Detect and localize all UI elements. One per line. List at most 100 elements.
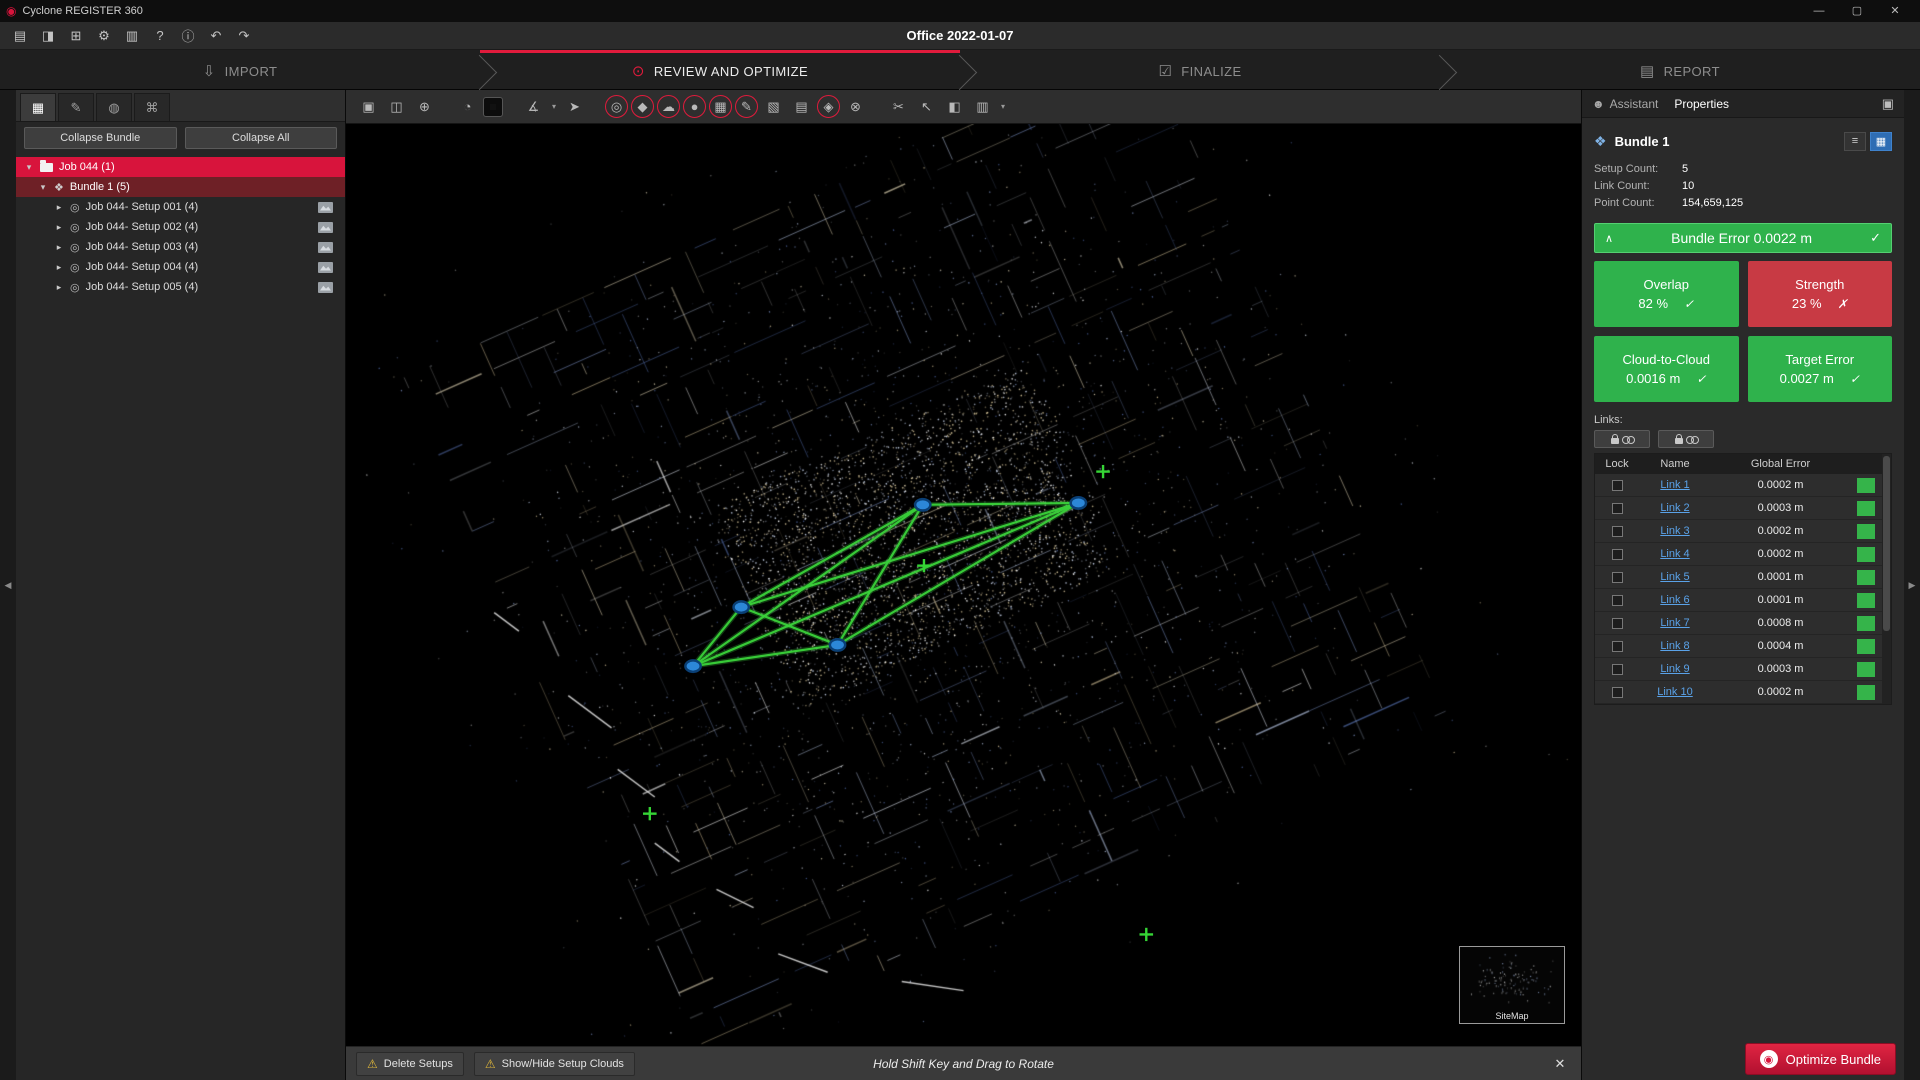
link-table-row[interactable]: Link 6 0.0001 m xyxy=(1595,589,1882,612)
link-table-row[interactable]: Link 4 0.0002 m xyxy=(1595,543,1882,566)
info-icon[interactable]: ⓘ xyxy=(176,25,200,47)
minimize-button[interactable]: — xyxy=(1800,0,1838,22)
lock-checkbox[interactable] xyxy=(1612,549,1623,560)
lock-checkbox[interactable] xyxy=(1612,595,1623,606)
show-clouds-icon[interactable]: ☁ xyxy=(657,95,680,118)
link-table-row[interactable]: Link 8 0.0004 m xyxy=(1595,635,1882,658)
link-table-row[interactable]: Link 3 0.0002 m xyxy=(1595,520,1882,543)
workflow-step-report[interactable]: ▤ REPORT xyxy=(1440,50,1920,89)
show-hide-setup-clouds-button[interactable]: ⚠ Show/Hide Setup Clouds xyxy=(474,1052,635,1076)
link-name[interactable]: Link 6 xyxy=(1660,594,1689,606)
zoom-window-icon[interactable]: ⊕ xyxy=(412,94,437,119)
lock-checkbox[interactable] xyxy=(1612,480,1623,491)
pano-image-icon[interactable] xyxy=(318,242,333,253)
tab-annotations[interactable]: ✎ xyxy=(58,93,94,121)
undo-icon[interactable]: ↶ xyxy=(204,25,228,47)
maximize-button[interactable]: ▢ xyxy=(1838,0,1876,22)
tab-project-explorer[interactable]: ▦ xyxy=(20,93,56,121)
link-name[interactable]: Link 5 xyxy=(1660,571,1689,583)
camera-icon[interactable]: ▤ xyxy=(789,94,814,119)
collapse-all-button[interactable]: Collapse All xyxy=(185,127,338,149)
expander-icon[interactable]: ▾ xyxy=(38,182,48,193)
setup-link-network[interactable] xyxy=(346,124,1581,1046)
tab-graph[interactable]: ⌘ xyxy=(134,93,170,121)
scrollbar-thumb[interactable] xyxy=(1883,456,1890,631)
expander-icon[interactable]: ▸ xyxy=(54,262,64,273)
settings-icon[interactable]: ⚙ xyxy=(92,25,116,47)
geotag-icon[interactable]: ◈ xyxy=(817,95,840,118)
pano-image-icon[interactable] xyxy=(318,202,333,213)
workflow-step-finalize[interactable]: ☑ FINALIZE xyxy=(960,50,1440,89)
measure-dropdown-icon[interactable]: ▾ xyxy=(549,102,559,111)
lock-checkbox[interactable] xyxy=(1612,526,1623,537)
expander-icon[interactable]: ▸ xyxy=(54,222,64,233)
list-view-button[interactable]: ≡ xyxy=(1844,132,1866,151)
link-table-row[interactable]: Link 10 0.0002 m xyxy=(1595,681,1882,704)
workflow-step-import[interactable]: ⇩ IMPORT xyxy=(0,50,480,89)
pano-image-icon[interactable] xyxy=(318,282,333,293)
delete-setups-button[interactable]: ⚠ Delete Setups xyxy=(356,1052,464,1076)
bundle-error-banner[interactable]: ∧ Bundle Error 0.0022 m ✓ xyxy=(1594,223,1892,253)
layout-icon[interactable]: ▥ xyxy=(970,94,995,119)
lock-checkbox[interactable] xyxy=(1612,664,1623,675)
align-icon[interactable]: ↖ xyxy=(914,94,939,119)
collapse-bundle-button[interactable]: Collapse Bundle xyxy=(24,127,177,149)
show-targets-icon[interactable]: ◎ xyxy=(605,95,628,118)
expander-icon[interactable]: ▸ xyxy=(54,242,64,253)
save-icon[interactable]: ◨ xyxy=(36,25,60,47)
tree-item-setup[interactable]: ▸ ◎ Job 044- Setup 001 (4) xyxy=(16,197,345,217)
orbit-icon[interactable]: ◔ xyxy=(455,94,480,119)
expander-icon[interactable]: ▸ xyxy=(54,202,64,213)
link-name[interactable]: Link 4 xyxy=(1660,548,1689,560)
sitemap-thumbnail[interactable]: SiteMap xyxy=(1459,946,1565,1024)
point-cloud-viewport[interactable]: SiteMap xyxy=(346,124,1581,1046)
split-view-icon[interactable]: ◫ xyxy=(384,94,409,119)
expander-icon[interactable]: ▸ xyxy=(54,282,64,293)
link-name[interactable]: Link 8 xyxy=(1660,640,1689,652)
link-table-row[interactable]: Link 1 0.0002 m xyxy=(1595,474,1882,497)
redo-icon[interactable]: ↷ xyxy=(232,25,256,47)
tree-item-bundle[interactable]: ▾ ❖ Bundle 1 (5) xyxy=(16,177,345,197)
layout-dropdown-icon[interactable]: ▾ xyxy=(998,102,1008,111)
collapse-right-handle[interactable]: ▶ xyxy=(1904,90,1920,1080)
link-name[interactable]: Link 10 xyxy=(1657,686,1692,698)
storage-icon[interactable]: ▥ xyxy=(120,25,144,47)
show-mesh-icon[interactable]: ▦ xyxy=(709,95,732,118)
show-tags-icon[interactable]: ◆ xyxy=(631,95,654,118)
unlock-all-links-button[interactable] xyxy=(1658,430,1714,448)
collapse-left-handle[interactable]: ◀ xyxy=(0,90,16,1080)
draw-link-icon[interactable]: ✎ xyxy=(735,95,758,118)
pick-icon[interactable]: ➤ xyxy=(562,94,587,119)
close-bottom-bar-button[interactable]: ✕ xyxy=(1549,1056,1571,1072)
tree-item-setup[interactable]: ▸ ◎ Job 044- Setup 005 (4) xyxy=(16,277,345,297)
banner-collapse-icon[interactable]: ∧ xyxy=(1605,232,1613,245)
tab-web[interactable]: ◍ xyxy=(96,93,132,121)
grid-view-button[interactable]: ▦ xyxy=(1870,132,1892,151)
show-spheres-icon[interactable]: ● xyxy=(683,95,706,118)
tab-properties[interactable]: Properties xyxy=(1674,90,1729,117)
tree-item-job[interactable]: ▾ Job 044 (1) xyxy=(16,157,345,177)
pano-image-icon[interactable] xyxy=(318,262,333,273)
cut-icon[interactable]: ✂ xyxy=(886,94,911,119)
tree-item-setup[interactable]: ▸ ◎ Job 044- Setup 002 (4) xyxy=(16,217,345,237)
lock-checkbox[interactable] xyxy=(1612,503,1623,514)
tab-assistant[interactable]: ☻ Assistant xyxy=(1592,90,1658,117)
link-name[interactable]: Link 1 xyxy=(1660,479,1689,491)
link-table-row[interactable]: Link 2 0.0003 m xyxy=(1595,497,1882,520)
images-icon[interactable]: ▧ xyxy=(761,94,786,119)
background-color-icon[interactable]: ■ xyxy=(483,97,503,117)
link-table-row[interactable]: Link 9 0.0003 m xyxy=(1595,658,1882,681)
remove-link-icon[interactable]: ⊗ xyxy=(843,94,868,119)
lock-checkbox[interactable] xyxy=(1612,572,1623,583)
link-table-row[interactable]: Link 5 0.0001 m xyxy=(1595,566,1882,589)
optimize-bundle-button[interactable]: ◉ Optimize Bundle xyxy=(1745,1043,1896,1075)
view-settings-icon[interactable]: ▣ xyxy=(356,94,381,119)
workflow-step-review-and-optimize[interactable]: ⊙ REVIEW AND OPTIMIZE xyxy=(480,50,960,89)
expander-icon[interactable]: ▾ xyxy=(24,162,34,173)
import-data-icon[interactable]: ⊞ xyxy=(64,25,88,47)
lock-checkbox[interactable] xyxy=(1612,641,1623,652)
links-table-scrollbar[interactable] xyxy=(1882,454,1891,704)
views-icon[interactable]: ◧ xyxy=(942,94,967,119)
measure-icon[interactable]: ∡ xyxy=(521,94,546,119)
link-name[interactable]: Link 7 xyxy=(1660,617,1689,629)
